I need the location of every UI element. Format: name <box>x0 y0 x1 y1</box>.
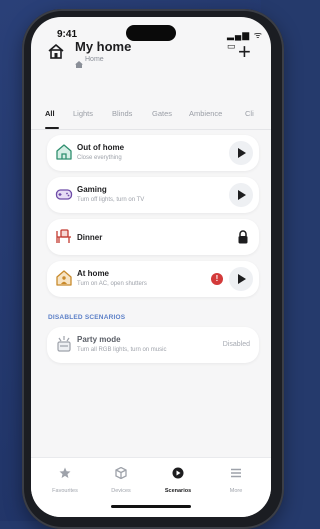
play-button[interactable] <box>229 267 253 291</box>
bottom-nav: Favourites Devices Scenarios More <box>31 457 271 517</box>
dinner-table-icon <box>55 227 73 250</box>
nav-label: More <box>229 488 243 494</box>
nav-label: Favourites <box>52 488 78 494</box>
page-title[interactable]: My home <box>75 39 131 54</box>
category-tabs: All Lights Blinds Gates Ambience Cli <box>31 101 271 130</box>
status-bar: 9:41 ▂▄▆ ᯤ ▭ <box>31 17 271 51</box>
scenario-card[interactable]: Gaming Turn off lights, turn on TV <box>47 177 259 213</box>
header <box>31 51 271 95</box>
tab-gates[interactable]: Gates <box>152 109 172 118</box>
scenario-card[interactable]: Dinner <box>47 219 259 255</box>
gamepad-icon <box>55 185 73 208</box>
scenario-description: Turn all RGB lights, turn on music <box>77 347 167 353</box>
tab-lights[interactable]: Lights <box>73 109 93 118</box>
house-leaving-icon <box>55 143 73 166</box>
lock-icon[interactable] <box>237 230 249 249</box>
tab-all[interactable]: All <box>45 109 55 118</box>
nav-scenarios[interactable]: Scenarios <box>153 466 203 494</box>
nav-label: Devices <box>111 488 131 494</box>
play-button[interactable] <box>229 141 253 165</box>
dynamic-island <box>126 25 176 41</box>
scenario-name: Dinner <box>77 233 103 242</box>
nav-label: Scenarios <box>164 488 192 494</box>
party-lights-icon <box>55 335 73 358</box>
scenario-name: Party mode <box>77 335 121 344</box>
tab-active-indicator <box>45 127 59 129</box>
scenario-description: Turn on AC, open shutters <box>77 281 147 287</box>
scenario-description: Close everything <box>77 155 122 161</box>
play-icon <box>238 274 246 284</box>
add-button[interactable]: + <box>238 41 251 63</box>
tab-blinds[interactable]: Blinds <box>112 109 132 118</box>
phone-screen: 9:41 ▂▄▆ ᯤ ▭ My home Home + All Lights B… <box>31 17 271 517</box>
menu-icon <box>230 466 242 483</box>
scenario-card[interactable]: Out of home Close everything <box>47 135 259 171</box>
nav-more[interactable]: More <box>211 466 261 494</box>
home-icon <box>48 44 64 64</box>
scenario-name: At home <box>77 269 109 278</box>
disabled-status: Disabled <box>222 341 250 348</box>
disabled-section-label: DISABLED SCENARIOS <box>48 314 126 321</box>
nav-devices[interactable]: Devices <box>96 466 146 494</box>
play-button[interactable] <box>229 183 253 207</box>
scenario-name: Gaming <box>77 185 107 194</box>
cube-icon <box>115 466 127 483</box>
house-person-icon <box>55 269 73 292</box>
alert-icon[interactable]: ! <box>211 273 223 285</box>
scenario-name: Out of home <box>77 143 125 152</box>
home-indicator <box>111 505 191 508</box>
play-circle-icon <box>172 466 184 483</box>
play-icon <box>238 190 246 200</box>
page-subtitle: Home <box>85 56 104 63</box>
scenario-description: Turn off lights, turn on TV <box>77 197 145 203</box>
star-icon <box>59 466 71 483</box>
home-small-icon <box>75 55 83 73</box>
disabled-scenario-card[interactable]: Party mode Turn all RGB lights, turn on … <box>47 327 259 363</box>
play-icon <box>238 148 246 158</box>
tab-ambience[interactable]: Ambience <box>189 109 222 118</box>
nav-favourites[interactable]: Favourites <box>40 466 90 494</box>
status-time: 9:41 <box>57 29 78 40</box>
tab-climate[interactable]: Cli <box>245 109 254 118</box>
scenario-card[interactable]: At home Turn on AC, open shutters ! <box>47 261 259 297</box>
